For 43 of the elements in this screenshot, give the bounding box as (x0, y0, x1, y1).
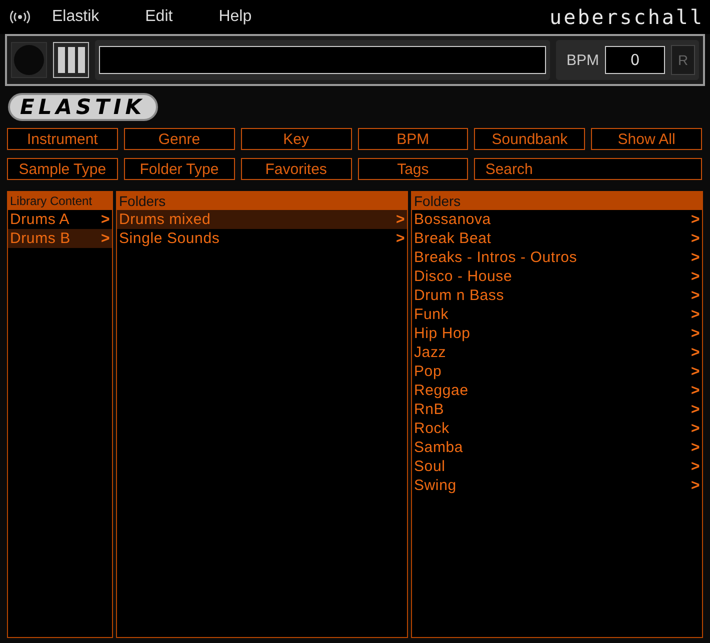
filter-button[interactable]: Folder Type (124, 158, 235, 180)
broadcast-icon[interactable] (10, 9, 30, 25)
filter-button[interactable]: Soundbank (474, 128, 586, 150)
list-item[interactable]: Funk > (412, 305, 702, 324)
list-item[interactable]: Single Sounds > (117, 229, 407, 248)
logo: ELASTIK (8, 93, 158, 121)
list-item[interactable]: Samba > (412, 438, 702, 457)
list-item[interactable]: Breaks - Intros - Outros > (412, 248, 702, 267)
filter-button[interactable]: Show All (591, 128, 702, 150)
menu-item[interactable]: Edit (145, 8, 173, 26)
list-item[interactable]: Hip Hop > (412, 324, 702, 343)
bpm-label: BPM (566, 52, 599, 68)
list-item[interactable]: Soul > (412, 457, 702, 476)
list-item[interactable]: Drums mixed > (117, 210, 407, 229)
filter-button[interactable]: Search (474, 158, 702, 180)
list-item[interactable]: Drum n Bass > (412, 286, 702, 305)
list-item[interactable]: Reggae > (412, 381, 702, 400)
menu-item[interactable]: Help (218, 8, 252, 26)
brand-name: ueberschall (550, 5, 704, 29)
filter-button[interactable]: Sample Type (7, 158, 118, 180)
filter-button[interactable]: Tags (358, 158, 468, 180)
filter-button[interactable]: Instrument (7, 128, 118, 150)
list-item[interactable]: Drums A > (8, 210, 112, 229)
list-item[interactable]: Break Beat > (412, 229, 702, 248)
list-item[interactable]: Swing > (412, 476, 702, 495)
list-item[interactable]: Bossanova > (412, 210, 702, 229)
pause-button[interactable] (53, 42, 89, 78)
display-field[interactable] (99, 46, 546, 74)
column-header: Folders (412, 192, 702, 210)
column-header: Folders (117, 192, 407, 210)
filter-button[interactable]: Genre (124, 128, 235, 150)
list-item[interactable]: Rock > (412, 419, 702, 438)
list-item[interactable]: Pop > (412, 362, 702, 381)
list-item[interactable]: Disco - House > (412, 267, 702, 286)
list-item[interactable]: Drums B > (8, 229, 112, 248)
filter-button[interactable]: Favorites (240, 158, 352, 180)
menu-item[interactable]: Elastik (52, 8, 100, 26)
filter-button[interactable]: BPM (358, 128, 468, 150)
list-item[interactable]: RnB > (412, 400, 702, 419)
bpm-field[interactable]: 0 (605, 46, 665, 74)
filter-button[interactable]: Key (240, 128, 352, 150)
list-item[interactable]: Jazz > (412, 343, 702, 362)
column-header: Library Content (8, 192, 112, 210)
